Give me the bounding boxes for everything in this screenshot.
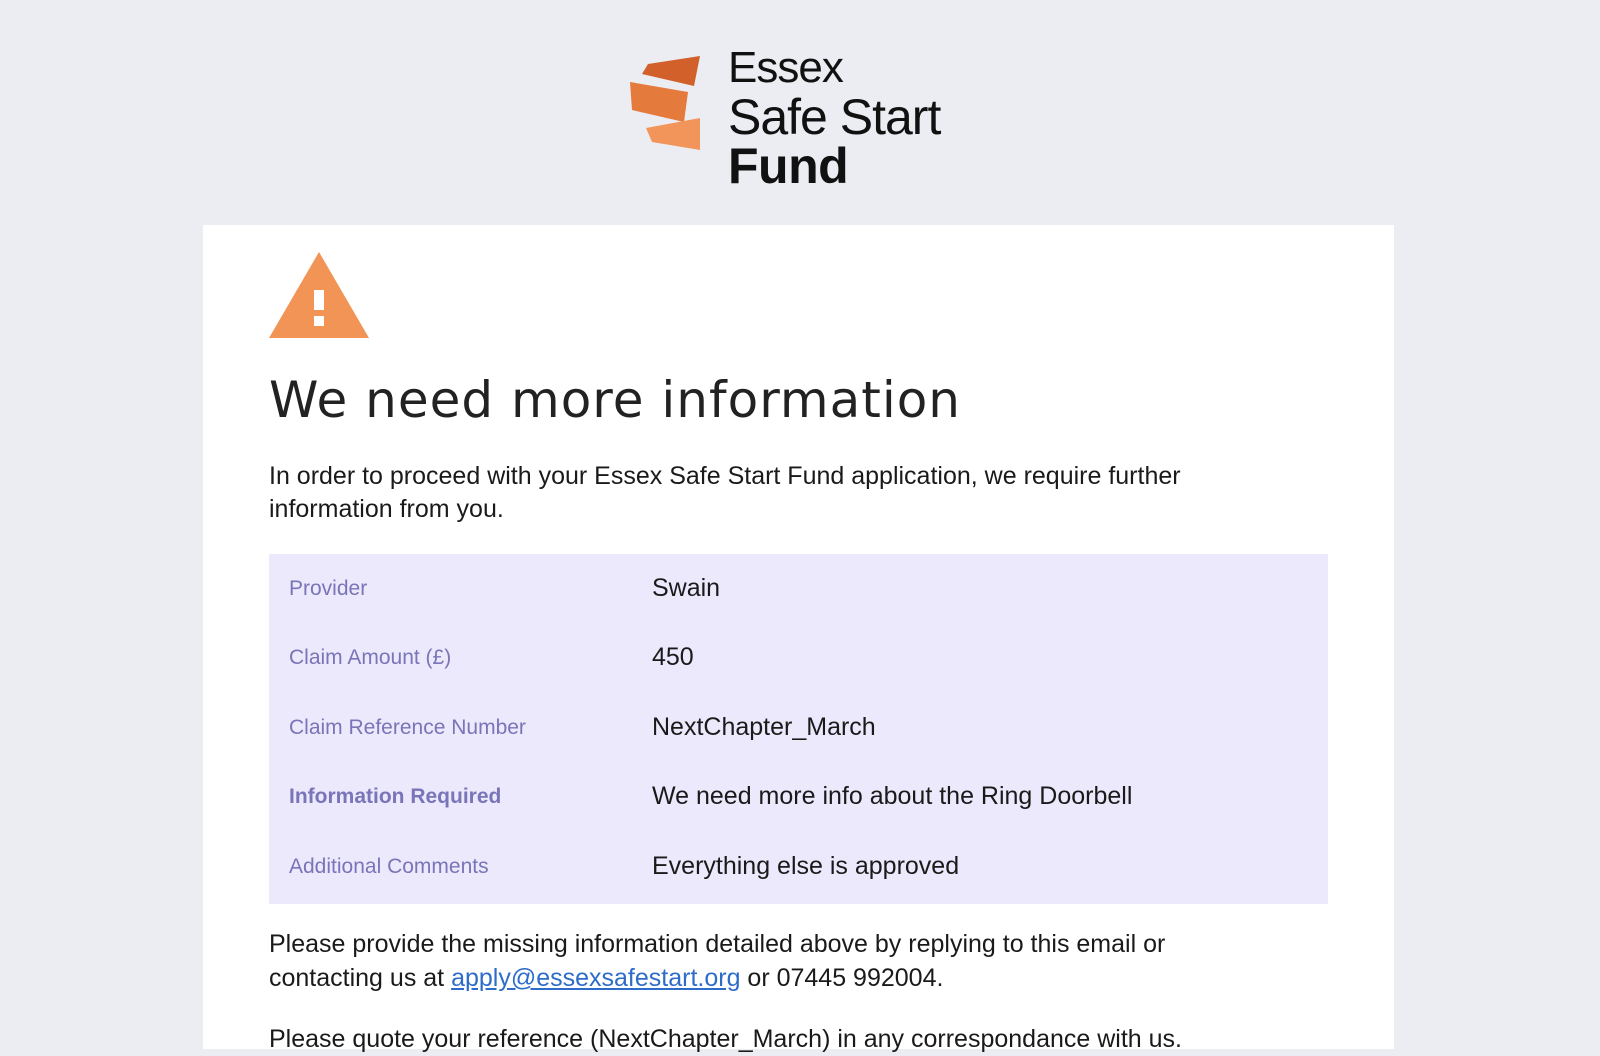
details-row-claim-reference: Claim Reference Number NextChapter_March [269, 693, 1328, 762]
details-label: Additional Comments [289, 855, 489, 878]
details-value: Swain [652, 574, 721, 602]
warning-icon [269, 252, 369, 338]
email-card: We need more information In order to pro… [203, 225, 1394, 1053]
logo-line-essex: Essex [728, 43, 844, 92]
details-label: Provider [289, 577, 368, 600]
claim-details-table: Provider Swain Claim Amount (£) 450 Clai… [269, 554, 1328, 904]
details-row-provider: Provider Swain [269, 554, 1328, 623]
logo-line-safe-start: Safe Start [728, 89, 941, 145]
details-label: Information Required [289, 785, 502, 808]
reference-quote-text: Please quote your reference (NextChapter… [269, 1025, 1182, 1053]
details-value: 450 [652, 643, 694, 671]
logo-mark-icon [630, 56, 700, 150]
email-header: Essex Safe Start Fund [0, 0, 1600, 225]
email-link[interactable]: apply@essexsafestart.org [451, 964, 740, 992]
details-value: Everything else is approved [652, 852, 960, 880]
details-value: NextChapter_March [652, 713, 876, 741]
details-row-claim-amount: Claim Amount (£) 450 [269, 623, 1328, 692]
details-label: Claim Amount (£) [289, 646, 452, 669]
contact-instructions: Please provide the missing information d… [269, 927, 1279, 995]
details-row-additional-comments: Additional Comments Everything else is a… [269, 832, 1328, 901]
intro-text: In order to proceed with your Essex Safe… [269, 462, 1181, 523]
logo-line-fund: Fund [728, 138, 849, 194]
details-label: Claim Reference Number [289, 716, 526, 739]
page-title: We need more information [269, 371, 961, 429]
details-row-information-required: Information Required We need more info a… [269, 762, 1328, 831]
details-value: We need more info about the Ring Doorbel… [652, 782, 1133, 810]
essex-safe-start-fund-logo: Essex Safe Start Fund [628, 44, 988, 194]
contact-suffix: or 07445 992004. [740, 964, 944, 992]
logo-wordmark: Essex Safe Start Fund [728, 43, 941, 194]
